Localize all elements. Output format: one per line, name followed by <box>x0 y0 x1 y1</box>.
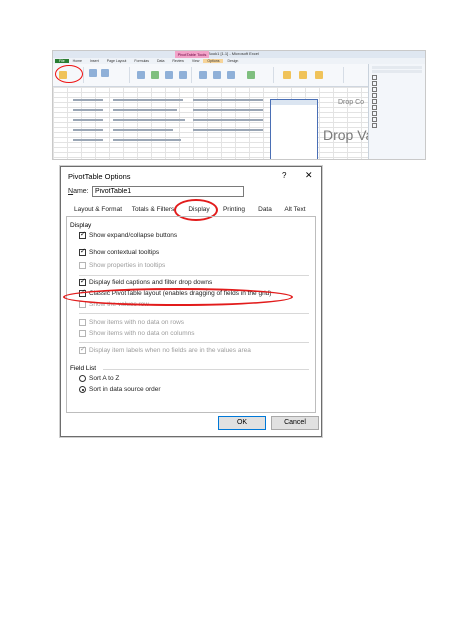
checkbox[interactable] <box>79 247 86 256</box>
cell-text <box>73 119 103 121</box>
pivottable-field-list <box>368 64 425 159</box>
divider <box>103 369 309 370</box>
buttons-icon[interactable] <box>299 71 307 79</box>
ribbon-tab-view[interactable]: View <box>188 59 204 63</box>
tab-totals-filters[interactable]: Totals & Filters <box>128 204 178 215</box>
ribbon-tab-page-layout[interactable]: Page Layout <box>103 59 131 63</box>
option-label: Sort A to Z <box>89 375 120 382</box>
options-highlight-circle <box>55 65 83 83</box>
option-display-field-captions[interactable]: Display field captions and filter drop d… <box>79 277 213 286</box>
option-label: Show expand/collapse buttons <box>89 232 178 239</box>
divider <box>79 313 309 314</box>
checkbox[interactable] <box>79 230 86 239</box>
ribbon-group-actions <box>193 67 274 83</box>
cell-text <box>193 129 263 131</box>
cell-text <box>73 99 103 101</box>
cancel-button[interactable]: Cancel <box>271 416 319 430</box>
ok-button[interactable]: OK <box>218 416 266 430</box>
refresh-icon[interactable] <box>165 71 173 79</box>
option-display-item-labels: Display item labels when no fields are i… <box>79 345 251 354</box>
field-headers-icon[interactable] <box>315 71 323 79</box>
option-show-contextual-tooltips[interactable]: Show contextual tooltips <box>79 247 160 256</box>
option-items-no-data-rows: Show items with no data on rows <box>79 319 184 326</box>
name-input[interactable] <box>92 186 244 197</box>
option-items-no-data-columns: Show items with no data on columns <box>79 330 195 337</box>
divider <box>79 275 309 276</box>
pivottable-area[interactable] <box>270 99 318 159</box>
cell-text <box>113 129 173 131</box>
option-label: Show items with no data on rows <box>89 319 185 326</box>
ribbon-tab-file[interactable]: File <box>55 59 69 63</box>
select-icon[interactable] <box>213 71 221 79</box>
radio-button[interactable] <box>79 386 86 393</box>
checkbox <box>79 330 86 337</box>
option-show-expand-collapse[interactable]: Show expand/collapse buttons <box>79 230 178 239</box>
spreadsheet-grid[interactable] <box>53 87 369 159</box>
ribbon-tab-data[interactable]: Data <box>153 59 168 63</box>
tab-layout-format[interactable]: Layout & Format <box>68 204 128 215</box>
option-show-properties-tooltips: Show properties in tooltips <box>79 262 165 269</box>
cell-text <box>73 109 103 111</box>
close-icon[interactable]: ✕ <box>305 170 313 181</box>
checkbox <box>79 262 86 269</box>
ribbon-tab-review[interactable]: Review <box>168 59 187 63</box>
insert-slicer-icon[interactable] <box>151 71 159 79</box>
cell-text <box>113 139 181 141</box>
excel-window-title: Book1 [1.1] - Microsoft Excel <box>208 51 259 56</box>
ribbon-tab-options[interactable]: Options <box>203 59 224 63</box>
cell-text <box>193 99 263 101</box>
option-label: Show contextual tooltips <box>89 249 160 256</box>
ribbon-group-active-field <box>85 67 130 83</box>
excel-window: Book1 [1.1] - Microsoft Excel PivotTable… <box>52 50 426 160</box>
field-list-section-label: Field List <box>70 365 97 372</box>
checkbox[interactable] <box>79 277 86 286</box>
help-icon[interactable]: ? <box>282 171 286 180</box>
classic-layout-highlight-circle <box>63 288 293 306</box>
cell-text <box>113 119 185 121</box>
drop-column-fields-text: Drop Co <box>338 99 365 106</box>
ribbon-tab-design[interactable]: Design <box>223 59 242 63</box>
option-sort-a-to-z[interactable]: Sort A to Z <box>79 375 119 382</box>
dialog-title: PivotTable Options <box>68 172 131 181</box>
tab-alt-text[interactable]: Alt Text <box>280 204 310 215</box>
cell-text <box>113 109 177 111</box>
field-list-icon[interactable] <box>283 71 291 79</box>
pivot-tools-label: PivotTable Tools <box>175 51 209 58</box>
cell-text <box>73 139 103 141</box>
clear-icon[interactable] <box>199 71 207 79</box>
expand-field-icon[interactable] <box>101 69 109 77</box>
option-label: Display item labels when no fields are i… <box>89 347 251 354</box>
divider <box>79 342 309 343</box>
radio-button[interactable] <box>79 375 86 382</box>
option-sort-data-source-order[interactable]: Sort in data source order <box>79 386 161 393</box>
cell-text <box>113 99 183 101</box>
tab-printing[interactable]: Printing <box>216 204 252 215</box>
checkbox <box>79 345 86 354</box>
ribbon-tab-insert[interactable]: Insert <box>86 59 103 63</box>
checkbox <box>79 319 86 326</box>
display-section-label: Display <box>70 222 92 229</box>
cell-text <box>73 129 103 131</box>
ribbon-group-show <box>275 67 344 83</box>
pivotchart-icon[interactable] <box>247 71 255 79</box>
display-panel: Display Show expand/collapse buttons Sho… <box>66 216 316 413</box>
ribbon-tab-formulas[interactable]: Formulas <box>130 59 153 63</box>
pivottable-options-dialog: PivotTable Options ? ✕ Name: Layout & Fo… <box>60 166 322 437</box>
group-selection-icon[interactable] <box>137 71 145 79</box>
excel-titlebar: Book1 [1.1] - Microsoft Excel <box>53 51 425 58</box>
option-label: Show items with no data on columns <box>89 330 195 337</box>
change-data-source-icon[interactable] <box>179 71 187 79</box>
option-label: Show properties in tooltips <box>89 262 166 269</box>
tab-data[interactable]: Data <box>254 204 276 215</box>
option-label: Sort in data source order <box>89 386 161 393</box>
move-pivottable-icon[interactable] <box>227 71 235 79</box>
cell-text <box>193 109 263 111</box>
field-settings-icon[interactable] <box>89 69 97 77</box>
name-label: Name: <box>68 188 89 195</box>
option-label: Display field captions and filter drop d… <box>89 279 213 286</box>
ribbon-group-group <box>131 67 192 83</box>
ribbon-tab-home[interactable]: Home <box>69 59 86 63</box>
cell-text <box>193 119 263 121</box>
